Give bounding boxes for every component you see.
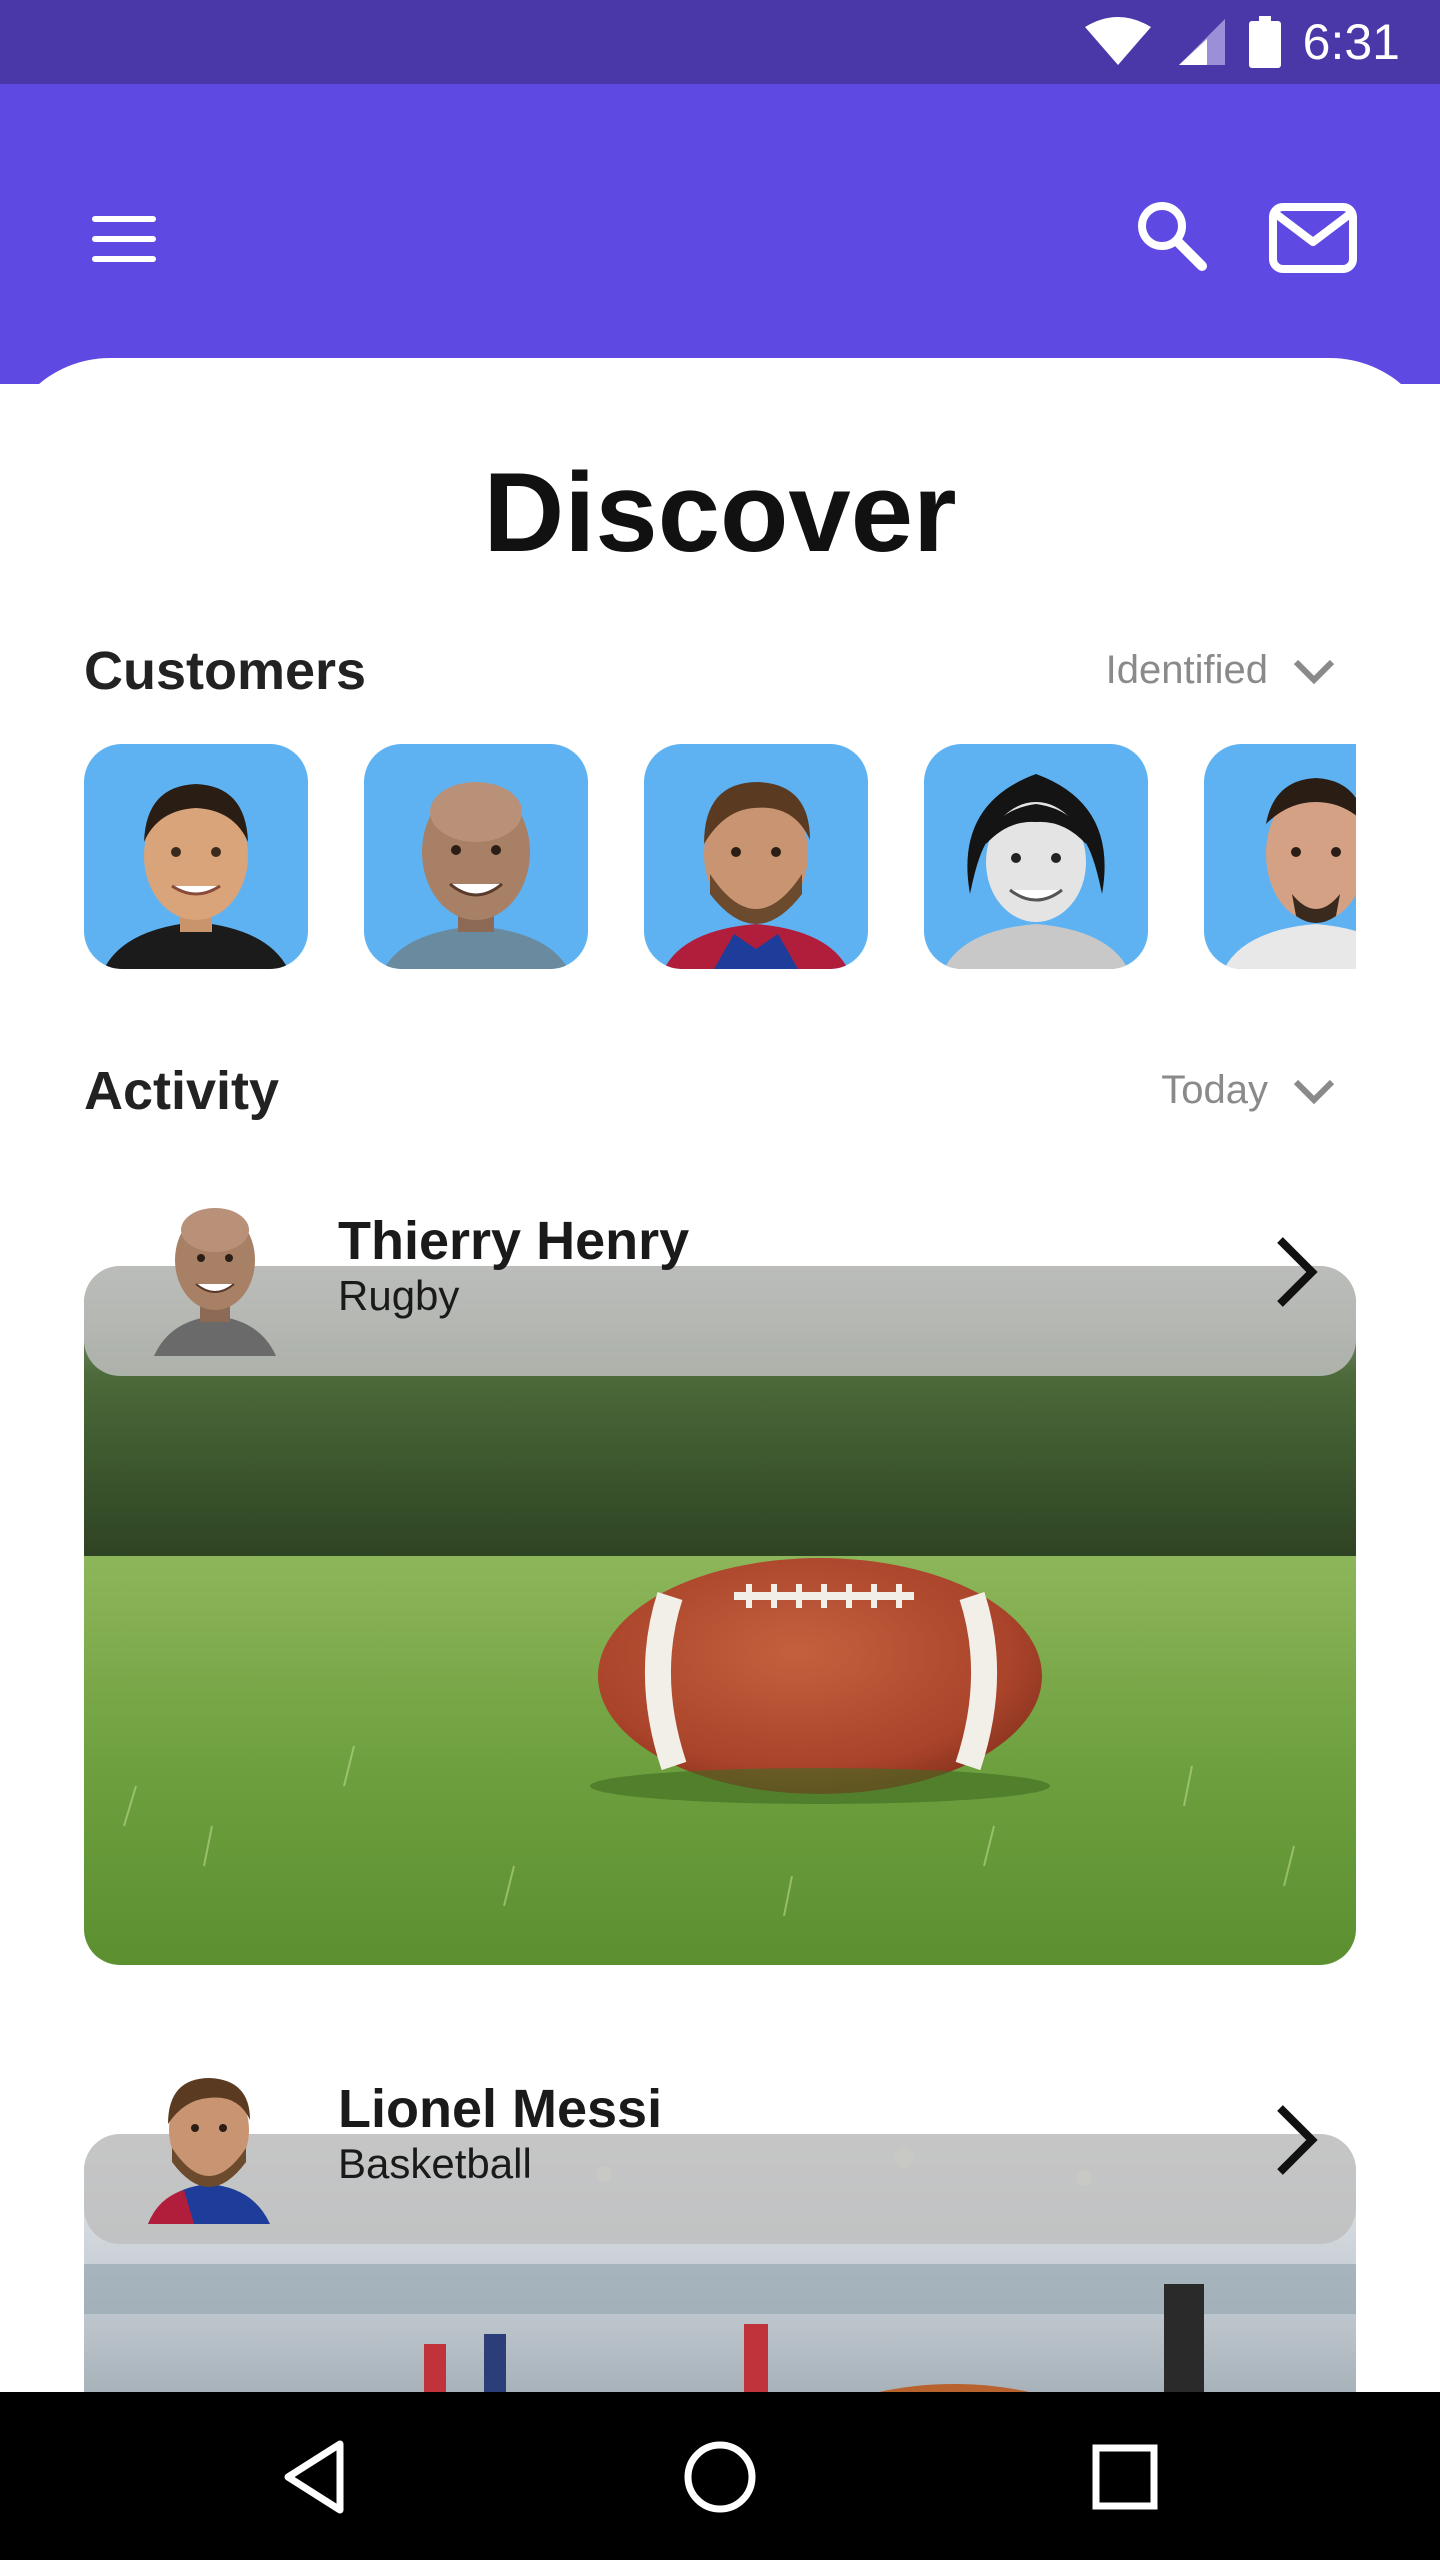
chevron-right-icon[interactable] [1266, 2100, 1326, 2180]
activity-card[interactable]: Thierry Henry Rugby [84, 1190, 1356, 1965]
activity-sport-label: Rugby [338, 1272, 460, 1319]
activity-card[interactable]: Lionel Messi Basketball [84, 2058, 1356, 2534]
customer-avatar[interactable] [1204, 744, 1356, 969]
activity-person-name: Thierry Henry [338, 1211, 690, 1271]
customer-avatar[interactable] [364, 744, 588, 969]
system-nav-bar [0, 2392, 1440, 2560]
status-bar: 6:31 [0, 0, 1440, 84]
chevron-down-icon [1293, 1079, 1335, 1104]
customer-avatar[interactable] [84, 744, 308, 969]
customer-photo [944, 774, 1128, 969]
activity-filter-label: Today [1161, 1068, 1268, 1112]
activity-avatar [154, 1208, 276, 1356]
mail-icon[interactable] [1268, 202, 1358, 274]
customer-photo [664, 782, 848, 969]
back-icon[interactable] [270, 2432, 360, 2522]
customers-heading: Customers [84, 641, 367, 701]
customer-photo [104, 784, 288, 969]
customer-avatar[interactable] [924, 744, 1148, 969]
recents-icon[interactable] [1080, 2432, 1170, 2522]
chevron-down-icon [1293, 659, 1335, 684]
wifi-icon [1084, 17, 1151, 65]
page-title: Discover [483, 450, 957, 575]
customers-filter-dropdown[interactable]: Identified [1106, 648, 1336, 693]
home-icon[interactable] [675, 2432, 765, 2522]
menu-icon[interactable] [84, 204, 164, 274]
signal-icon [1178, 19, 1225, 65]
app-bar [0, 84, 1440, 384]
customer-photo [384, 782, 568, 969]
customers-filter-label: Identified [1105, 648, 1268, 692]
customer-avatar[interactable] [644, 744, 868, 969]
customers-avatar-row[interactable] [84, 744, 1356, 969]
activity-person-name: Lionel Messi [338, 2079, 663, 2139]
chevron-right-icon[interactable] [1266, 1232, 1326, 1312]
battery-icon [1248, 16, 1281, 68]
activity-heading: Activity [84, 1061, 280, 1121]
activity-filter-dropdown[interactable]: Today [1161, 1068, 1336, 1113]
activity-header-bar [84, 2134, 1356, 2244]
activity-avatar [148, 2078, 270, 2224]
status-time: 6:31 [1302, 14, 1400, 70]
discover-screen: 6:31 Discover Customers Identified Activ… [0, 0, 1440, 2560]
customer-photo [1224, 778, 1356, 969]
search-icon[interactable] [1132, 196, 1212, 276]
activity-sport-label: Basketball [338, 2140, 532, 2187]
